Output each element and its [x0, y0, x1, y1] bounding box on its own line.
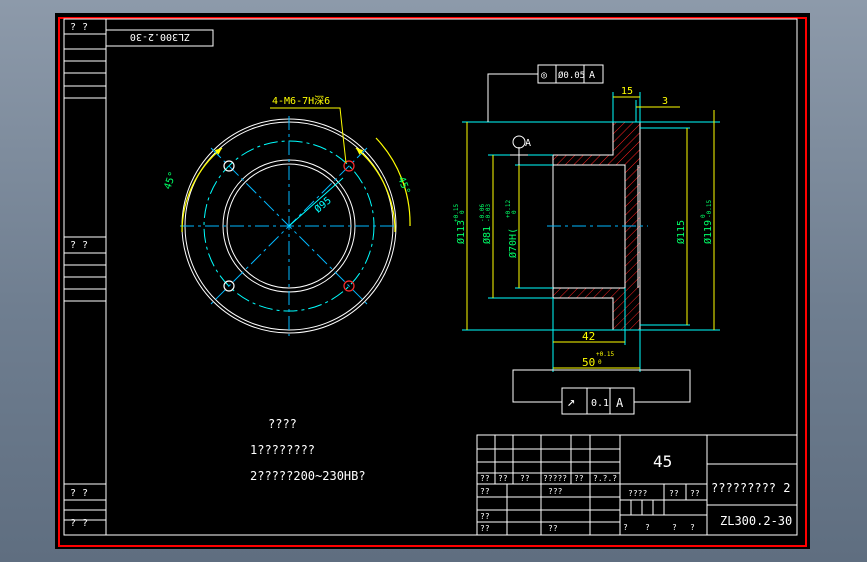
dim-d81-tol2: -0.03 [485, 204, 492, 222]
tb-r3-b: ?? [669, 489, 679, 498]
tb-row-label-2: ?? [520, 474, 530, 483]
strip-bottom-label-2: ? ? [70, 518, 88, 529]
tb-row-label-4: ?? [574, 474, 584, 483]
hole-callout-text: 4-M6-7H深6 [272, 95, 330, 107]
strip-top-label: ? ? [70, 22, 88, 33]
strip-mid-label: ? ? [70, 240, 88, 251]
dim-d113: Ø113 [455, 220, 467, 244]
tb-r5-b: ?? [548, 524, 558, 533]
gdt-bottom-symbol: ↗ [567, 394, 575, 410]
dim-50: 50 [582, 356, 595, 369]
dim-50-tol2: 0 [598, 359, 602, 366]
datum-a-label: A [525, 138, 531, 149]
gdt-bottom-tolerance: 0.1 [591, 398, 609, 409]
drawing-sheet [55, 13, 810, 549]
tb-row-label-3: ????? [543, 474, 567, 483]
tb-r5-c: ? [623, 523, 628, 532]
tb-r5-a: ?? [480, 524, 490, 533]
dim-d113-tol2: 0 [459, 210, 466, 214]
tb-r5-f: ? [690, 523, 695, 532]
tb-r2-label2: ??? [548, 487, 563, 496]
tb-r5-e: ? [672, 523, 677, 532]
cad-viewport: ? ? ? ? ? ? ? ? ZL300.2-30 4-M6-7H深6 Ø95… [0, 0, 867, 562]
dim-d115: Ø115 [675, 220, 687, 244]
drawing-canvas: ? ? ? ? ? ? ? ? ZL300.2-30 4-M6-7H深6 Ø95… [55, 13, 810, 549]
dim-3: 3 [662, 96, 668, 107]
gdt-top-datum: A [589, 70, 595, 81]
gdt-bottom-datum: A [616, 396, 624, 410]
dim-d70-tol2: 0 [511, 210, 518, 214]
tb-r5-d: ? [645, 523, 650, 532]
tb-row-label-1: ?? [498, 474, 508, 483]
notes-title: ???? [268, 417, 297, 431]
dim-d119: Ø119 [702, 220, 714, 244]
tb-r3-label: ???? [628, 489, 647, 498]
dim-d70: Ø70H( [507, 228, 519, 258]
dim-42: 42 [582, 330, 595, 343]
dim-d119-tol2: -0.15 [706, 200, 713, 218]
code-box-text: ZL300.2-30 [130, 31, 190, 42]
tb-r4-a: ?? [480, 512, 490, 521]
gdt-top-tolerance: Ø0.05 [558, 70, 585, 81]
tb-r3-c: ?? [690, 489, 700, 498]
strip-bottom-label-1: ? ? [70, 488, 88, 499]
dim-50-tol: +0.15 [596, 351, 614, 358]
tb-material: 45 [653, 452, 672, 471]
tb-r2-label: ?? [480, 487, 490, 496]
notes-line-2: 2?????200~230HB? [250, 469, 366, 483]
tb-row-label-5: ?.?.? [593, 474, 617, 483]
dim-d81: Ø81 [481, 226, 493, 244]
tb-row-label-0: ?? [480, 474, 490, 483]
notes-line-1: 1???????? [250, 443, 315, 457]
tb-drawing-no: ZL300.2-30 [720, 514, 792, 528]
gdt-top-symbol: ◎ [541, 70, 547, 81]
dim-15: 15 [621, 86, 633, 97]
dim-d70-tol: +0.12 [505, 200, 512, 218]
tb-part-name: ????????? 2 [711, 481, 790, 495]
